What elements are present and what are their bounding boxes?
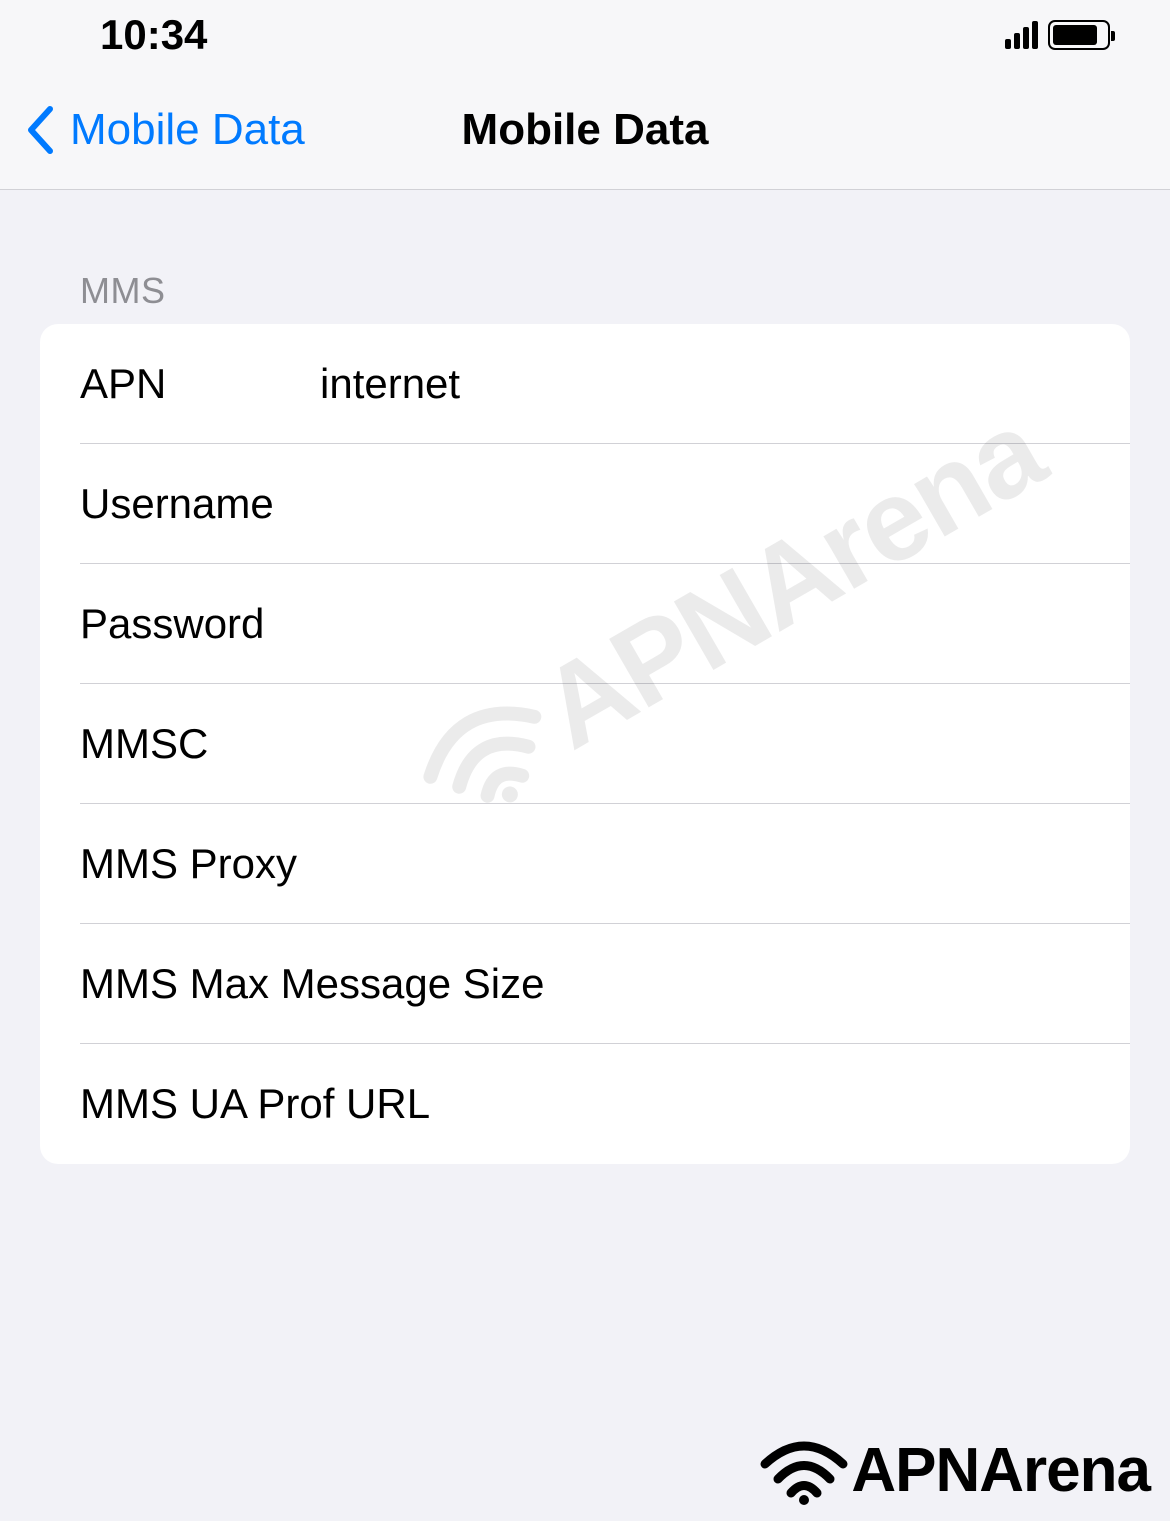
- page-title: Mobile Data: [462, 105, 709, 155]
- label-mms-max-size: MMS Max Message Size: [80, 960, 544, 1008]
- input-apn[interactable]: [320, 360, 1090, 408]
- brand-logo: APNArena: [759, 1435, 1150, 1506]
- row-username[interactable]: Username: [40, 444, 1130, 564]
- row-mms-max-size[interactable]: MMS Max Message Size: [40, 924, 1130, 1044]
- status-bar: 10:34: [0, 0, 1170, 70]
- input-mms-max-size[interactable]: [544, 960, 1090, 1008]
- label-mms-ua-prof: MMS UA Prof URL: [80, 1080, 430, 1128]
- section-header-mms: MMS: [0, 270, 1170, 324]
- signal-icon: [1005, 21, 1038, 49]
- label-mms-proxy: MMS Proxy: [80, 840, 297, 888]
- label-username: Username: [80, 480, 320, 528]
- wifi-icon: [759, 1436, 849, 1506]
- input-password[interactable]: [320, 600, 1090, 648]
- row-mms-proxy[interactable]: MMS Proxy: [40, 804, 1130, 924]
- row-apn[interactable]: APN: [40, 324, 1130, 444]
- status-time: 10:34: [100, 11, 207, 59]
- input-mmsc[interactable]: [320, 720, 1090, 768]
- back-label: Mobile Data: [70, 105, 305, 155]
- content: MMS APN Username Password MMSC MMS Proxy: [0, 190, 1170, 1164]
- row-password[interactable]: Password: [40, 564, 1130, 684]
- battery-icon: [1048, 20, 1110, 50]
- row-mmsc[interactable]: MMSC: [40, 684, 1130, 804]
- label-password: Password: [80, 600, 320, 648]
- input-mms-ua-prof[interactable]: [430, 1080, 1090, 1128]
- label-mmsc: MMSC: [80, 720, 320, 768]
- navigation-bar: Mobile Data Mobile Data: [0, 70, 1170, 190]
- input-mms-proxy[interactable]: [297, 840, 1090, 888]
- settings-group-mms: APN Username Password MMSC MMS Proxy MMS…: [40, 324, 1130, 1164]
- status-icons: [1005, 20, 1110, 50]
- label-apn: APN: [80, 360, 320, 408]
- input-username[interactable]: [320, 480, 1090, 528]
- chevron-back-icon: [25, 105, 55, 155]
- row-mms-ua-prof[interactable]: MMS UA Prof URL: [40, 1044, 1130, 1164]
- back-button[interactable]: Mobile Data: [0, 105, 305, 155]
